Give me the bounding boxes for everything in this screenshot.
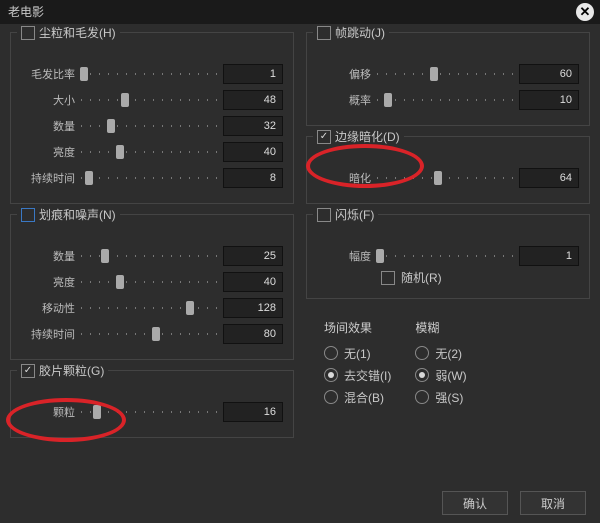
slider-value[interactable]: 40 [223, 142, 283, 162]
slider-value[interactable]: 1 [519, 246, 579, 266]
slider-label: 颗粒 [17, 404, 75, 420]
slider-value[interactable]: 10 [519, 90, 579, 110]
group-flicker: 闪烁(F) 幅度1 随机(R) [306, 214, 590, 299]
slider-label: 大小 [17, 92, 75, 108]
slider-label: 幅度 [313, 248, 371, 264]
slider-label: 亮度 [17, 144, 75, 160]
random-label: 随机(R) [401, 269, 442, 286]
blur-label: 模糊 [415, 319, 466, 336]
slider-value[interactable]: 80 [223, 324, 283, 344]
slider-value[interactable]: 64 [519, 168, 579, 188]
cancel-button[interactable]: 取消 [520, 491, 586, 515]
radio-label: 去交错(I) [344, 367, 391, 384]
slider-dust-3[interactable] [81, 142, 217, 162]
slider-dust-4[interactable] [81, 168, 217, 188]
radio-field-1[interactable] [324, 368, 338, 382]
group-vignette: ✓ 边缘暗化(D) 暗化64 [306, 136, 590, 204]
checkbox-random[interactable] [381, 271, 395, 285]
slider-value[interactable]: 60 [519, 64, 579, 84]
group-title-label: 胶片颗粒(G) [39, 362, 104, 379]
slider-value[interactable]: 128 [223, 298, 283, 318]
slider-scratch-1[interactable] [81, 272, 217, 292]
slider-label: 毛发比率 [17, 66, 75, 82]
slider-label: 数量 [17, 248, 75, 264]
checkbox-film-grain[interactable]: ✓ [21, 364, 35, 378]
radio-blur-1[interactable] [415, 368, 429, 382]
checkbox-scratch-noise[interactable] [21, 208, 35, 222]
slider-value[interactable]: 1 [223, 64, 283, 84]
group-title-label: 边缘暗化(D) [335, 128, 400, 145]
group-title-label: 闪烁(F) [335, 206, 374, 223]
group-title-label: 尘粒和毛发(H) [39, 24, 116, 41]
slider-label: 亮度 [17, 274, 75, 290]
group-radios: 场间效果 无(1) 去交错(I) 混合(B) 模糊 无(2) 弱(W) 强(S) [306, 309, 590, 416]
slider-dust-2[interactable] [81, 116, 217, 136]
radio-label: 弱(W) [435, 367, 466, 384]
radio-blur-2[interactable] [415, 390, 429, 404]
field-effect-label: 场间效果 [324, 319, 391, 336]
slider-value[interactable]: 16 [223, 402, 283, 422]
slider-value[interactable]: 48 [223, 90, 283, 110]
slider-grain-0[interactable] [81, 402, 217, 422]
checkbox-frame-jitter[interactable] [317, 26, 331, 40]
slider-jitter-1[interactable] [377, 90, 513, 110]
checkbox-vignette[interactable]: ✓ [317, 130, 331, 144]
radio-label: 无(2) [435, 345, 462, 362]
slider-value[interactable]: 32 [223, 116, 283, 136]
close-icon[interactable]: ✕ [576, 3, 594, 21]
slider-vig-0[interactable] [377, 168, 513, 188]
slider-label: 暗化 [313, 170, 371, 186]
slider-label: 持续时间 [17, 170, 75, 186]
dialog-title: 老电影 [8, 0, 44, 24]
slider-label: 数量 [17, 118, 75, 134]
slider-label: 概率 [313, 92, 371, 108]
slider-dust-1[interactable] [81, 90, 217, 110]
slider-scratch-3[interactable] [81, 324, 217, 344]
radio-field-0[interactable] [324, 346, 338, 360]
slider-dust-0[interactable] [81, 64, 217, 84]
group-dust-hair: 尘粒和毛发(H) 毛发比率1大小48数量32亮度40持续时间8 [10, 32, 294, 204]
radio-blur-0[interactable] [415, 346, 429, 360]
slider-label: 持续时间 [17, 326, 75, 342]
group-frame-jitter: 帧跳动(J) 偏移60概率10 [306, 32, 590, 126]
group-title-label: 帧跳动(J) [335, 24, 385, 41]
slider-value[interactable]: 8 [223, 168, 283, 188]
slider-value[interactable]: 40 [223, 272, 283, 292]
checkbox-dust-hair[interactable] [21, 26, 35, 40]
group-title-label: 划痕和噪声(N) [39, 206, 116, 223]
slider-scratch-0[interactable] [81, 246, 217, 266]
radio-label: 无(1) [344, 345, 371, 362]
title-bar: 老电影 ✕ [0, 0, 600, 24]
radio-label: 强(S) [435, 389, 463, 406]
slider-jitter-0[interactable] [377, 64, 513, 84]
slider-value[interactable]: 25 [223, 246, 283, 266]
group-scratch-noise: 划痕和噪声(N) 数量25亮度40移动性128持续时间80 [10, 214, 294, 360]
radio-field-2[interactable] [324, 390, 338, 404]
radio-label: 混合(B) [344, 389, 384, 406]
slider-scratch-2[interactable] [81, 298, 217, 318]
slider-flick-0[interactable] [377, 246, 513, 266]
ok-button[interactable]: 确认 [442, 491, 508, 515]
group-film-grain: ✓ 胶片颗粒(G) 颗粒16 [10, 370, 294, 438]
checkbox-flicker[interactable] [317, 208, 331, 222]
slider-label: 偏移 [313, 66, 371, 82]
slider-label: 移动性 [17, 300, 75, 316]
